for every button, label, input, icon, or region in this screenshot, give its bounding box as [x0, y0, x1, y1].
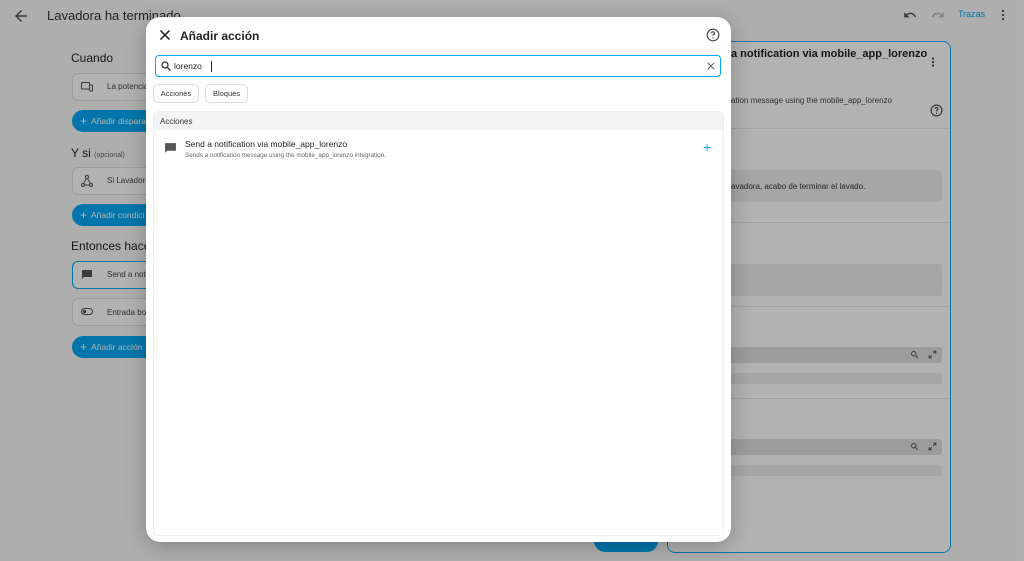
- clear-icon[interactable]: [706, 61, 716, 71]
- dialog-title: Añadir acción: [180, 29, 260, 43]
- group-header: Acciones: [154, 112, 723, 130]
- list-item-description: Sends a notification message using the m…: [185, 152, 386, 159]
- search-icon: [161, 61, 171, 71]
- search-input[interactable]: lorenzo: [174, 61, 202, 71]
- search-field[interactable]: lorenzo: [155, 55, 721, 77]
- help-circle-icon[interactable]: [706, 28, 720, 42]
- text-cursor: [211, 61, 212, 72]
- chip-blocks[interactable]: Bloques: [205, 84, 248, 103]
- list-item-title: Send a notification via mobile_app_loren…: [185, 139, 348, 149]
- close-icon[interactable]: [158, 28, 172, 42]
- add-action-dialog: Añadir acción lorenzo Acciones Bloques A…: [146, 17, 731, 542]
- list-item[interactable]: Send a notification via mobile_app_loren…: [154, 130, 723, 166]
- group-label: Acciones: [160, 117, 193, 126]
- plus-icon[interactable]: +: [703, 139, 711, 155]
- chip-actions[interactable]: Acciones: [153, 84, 199, 103]
- message-icon: [165, 143, 176, 153]
- results-list: Acciones Send a notification via mobile_…: [153, 111, 724, 536]
